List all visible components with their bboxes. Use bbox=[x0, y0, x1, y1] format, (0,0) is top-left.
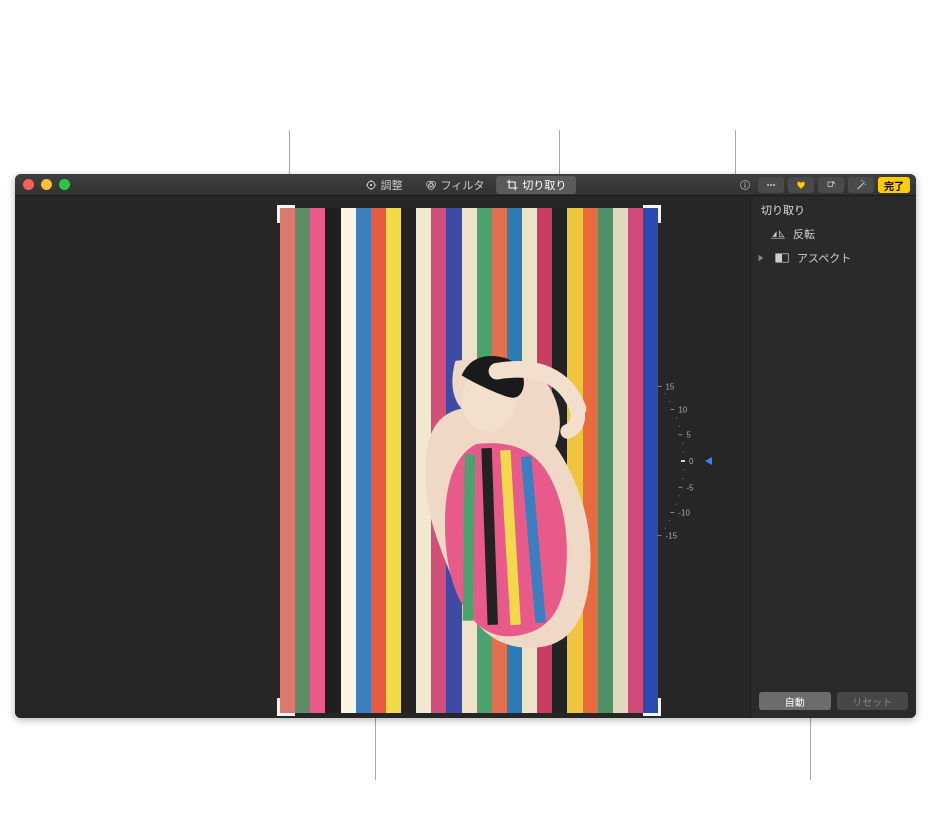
more-button[interactable] bbox=[758, 177, 784, 193]
crop-handle-bottom-left[interactable] bbox=[277, 698, 295, 716]
rotate-button[interactable] bbox=[818, 177, 844, 193]
photo-subject bbox=[393, 299, 601, 693]
fullscreen-window-button[interactable] bbox=[59, 179, 70, 190]
crop-icon bbox=[506, 179, 518, 191]
svg-text:0: 0 bbox=[689, 457, 694, 466]
info-icon bbox=[739, 179, 751, 191]
aspect-icon bbox=[775, 252, 789, 264]
svg-text:5: 5 bbox=[686, 430, 691, 439]
reset-button-label: リセット bbox=[852, 694, 892, 709]
photo bbox=[280, 208, 658, 713]
minimize-window-button[interactable] bbox=[41, 179, 52, 190]
crop-handle-bottom-right[interactable] bbox=[643, 698, 661, 716]
aspect-label: アスペクト bbox=[797, 250, 851, 266]
favorite-button[interactable] bbox=[788, 177, 814, 193]
ellipsis-icon bbox=[765, 179, 777, 191]
svg-text:-10: -10 bbox=[678, 508, 690, 517]
enhance-button[interactable] bbox=[848, 177, 874, 193]
callout-line bbox=[375, 710, 376, 780]
titlebar: 調整 フィルタ 切り取り bbox=[15, 174, 916, 196]
toolbar-right: 完了 bbox=[736, 174, 910, 196]
adjust-dial-icon bbox=[365, 179, 377, 191]
tab-crop-label: 切り取り bbox=[522, 177, 566, 193]
tab-filters[interactable]: フィルタ bbox=[415, 176, 495, 194]
close-window-button[interactable] bbox=[23, 179, 34, 190]
filters-icon bbox=[425, 179, 437, 191]
info-button[interactable] bbox=[736, 177, 754, 193]
svg-text:-15: -15 bbox=[665, 531, 677, 540]
auto-button-label: 自動 bbox=[785, 694, 805, 709]
window-controls bbox=[23, 179, 70, 190]
rotate-icon bbox=[825, 179, 837, 191]
tab-crop[interactable]: 切り取り bbox=[496, 176, 576, 194]
done-button-label: 完了 bbox=[884, 178, 904, 193]
svg-text:15: 15 bbox=[665, 382, 674, 391]
callout-line bbox=[559, 130, 560, 180]
magic-wand-icon bbox=[855, 179, 867, 191]
callout-line bbox=[810, 710, 811, 780]
auto-button[interactable]: 自動 bbox=[759, 692, 831, 710]
tab-adjust-label: 調整 bbox=[381, 177, 403, 193]
sidebar-footer: 自動 リセット bbox=[751, 684, 916, 718]
sidebar-title: 切り取り bbox=[751, 196, 916, 222]
tab-adjust[interactable]: 調整 bbox=[355, 176, 413, 194]
disclosure-triangle-icon bbox=[757, 254, 765, 262]
svg-text:-5: -5 bbox=[686, 483, 694, 492]
done-button[interactable]: 完了 bbox=[878, 177, 910, 193]
svg-text:10: 10 bbox=[678, 405, 687, 414]
flip-icon bbox=[771, 228, 785, 240]
edit-mode-tabs: 調整 フィルタ 切り取り bbox=[354, 174, 578, 196]
flip-label: 反転 bbox=[793, 226, 815, 242]
crop-handle-top-left[interactable] bbox=[277, 205, 295, 223]
tab-filters-label: フィルタ bbox=[441, 177, 485, 193]
app-window: 調整 フィルタ 切り取り bbox=[15, 174, 916, 718]
aspect-row[interactable]: アスペクト bbox=[751, 246, 916, 270]
crop-handle-top-right[interactable] bbox=[643, 205, 661, 223]
workspace: 15 10 5 0 -5 -10 -15 切り取り 反転 bbox=[15, 196, 916, 718]
straighten-dial[interactable]: 15 10 5 0 -5 -10 -15 bbox=[644, 376, 704, 546]
canvas-area: 15 10 5 0 -5 -10 -15 bbox=[15, 196, 750, 718]
dial-pointer-icon bbox=[705, 457, 712, 465]
flip-button[interactable]: 反転 bbox=[751, 222, 916, 246]
heart-icon bbox=[795, 179, 807, 191]
crop-sidebar: 切り取り 反転 アスペクト 自動 bbox=[750, 196, 916, 718]
photo-crop-frame[interactable]: 151050-5-10-15 bbox=[280, 208, 658, 713]
reset-button[interactable]: リセット bbox=[837, 692, 909, 710]
